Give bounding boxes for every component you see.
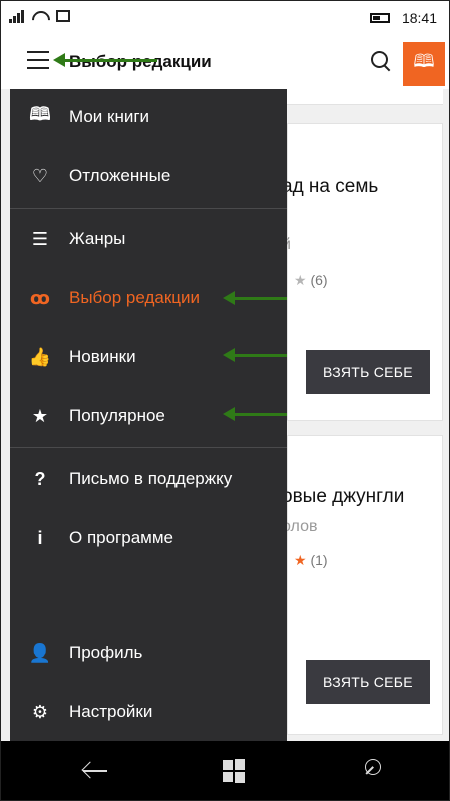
nav-item-profile[interactable]: 👤 Профиль: [10, 628, 287, 678]
status-icons-right: 18:41: [369, 10, 437, 26]
annotation-arrow: [53, 53, 157, 67]
nav-item-label: Письмо в поддержку: [69, 469, 233, 488]
search-icon[interactable]: [357, 757, 387, 785]
take-book-button[interactable]: ВЗЯТЬ СЕБЕ: [306, 660, 430, 704]
search-icon[interactable]: [369, 49, 393, 73]
hamburger-icon[interactable]: [27, 51, 49, 69]
wifi-calling-icon: [32, 9, 48, 23]
status-icons-left: [9, 9, 70, 23]
page-title: Выбор редакции: [69, 52, 212, 71]
status-time: 18:41: [401, 10, 437, 26]
gear-icon: ⚙: [31, 701, 49, 722]
annotation-arrow: [223, 348, 287, 362]
drawer-divider: [10, 208, 287, 209]
star-icon: ★: [31, 405, 49, 426]
nav-item-support[interactable]: ? Письмо в поддержку: [10, 454, 287, 504]
system-nav-bar: [1, 741, 449, 800]
book-rating: ★ (6): [294, 272, 328, 289]
book-card[interactable]: ад на семь й ★ (6) ВЗЯТЬ СЕБЕ: [282, 123, 443, 421]
nav-item-new[interactable]: 👍 Новинки: [10, 332, 287, 382]
person-icon: 👤: [28, 642, 52, 663]
nav-item-label: Жанры: [69, 229, 126, 248]
book-title: ад на семь: [282, 176, 379, 197]
heart-icon: ♡: [31, 165, 49, 186]
nav-item-label: О программе: [69, 528, 174, 547]
rating-star-icon: ★: [294, 552, 307, 568]
nav-item-label: Мои книги: [69, 107, 150, 126]
info-icon: i: [37, 527, 43, 548]
status-bar: 18:41: [1, 1, 449, 35]
book-author: олов: [282, 518, 318, 535]
open-book-icon: 🕮: [29, 104, 51, 124]
glasses-icon: ꝏ: [30, 287, 50, 308]
battery-icon: [369, 13, 390, 23]
annotation-arrow: [223, 407, 287, 421]
windows-logo-icon[interactable]: [219, 757, 249, 785]
list-top-strip: [287, 89, 443, 105]
rating-star-icon: ★: [294, 272, 307, 288]
drawer-divider: [10, 447, 287, 448]
nav-item-deferred[interactable]: ♡ Отложенные: [10, 151, 287, 201]
nav-item-label: Настройки: [69, 702, 153, 721]
rating-count: (6): [310, 272, 328, 288]
back-arrow-icon[interactable]: [81, 757, 111, 785]
annotation-arrow: [223, 291, 287, 305]
message-icon: [56, 10, 70, 22]
nav-item-popular[interactable]: ★ Популярное: [10, 391, 287, 441]
stack-icon: ☰: [31, 228, 49, 249]
nav-item-label: Новинки: [69, 347, 136, 366]
thumbs-up-icon: 👍: [28, 346, 52, 367]
rating-count: (1): [310, 552, 328, 568]
nav-item-label: Выбор редакции: [69, 288, 201, 307]
app-header: Выбор редакции 🕮: [1, 35, 449, 89]
nav-item-label: Популярное: [69, 406, 165, 425]
nav-item-label: Отложенные: [69, 166, 171, 185]
nav-item-genres[interactable]: ☰ Жанры: [10, 214, 287, 264]
book-rating: ★ (1): [294, 552, 328, 569]
phone-screen: 18:41 Выбор редакции 🕮 ад на семь й ★ (6…: [0, 0, 450, 801]
nav-item-about[interactable]: i О программе: [10, 513, 287, 563]
signal-icon: [9, 9, 24, 23]
nav-item-label: Профиль: [69, 643, 143, 662]
book-title: овые джунгли: [282, 486, 405, 507]
take-book-button[interactable]: ВЗЯТЬ СЕБЕ: [306, 350, 430, 394]
book-icon[interactable]: 🕮: [403, 42, 445, 86]
nav-item-my-books[interactable]: 🕮 Мои книги: [10, 92, 287, 142]
question-icon: ?: [34, 468, 46, 489]
book-card[interactable]: овые джунгли олов ★ (1) ВЗЯТЬ СЕБЕ: [282, 435, 443, 735]
nav-item-settings[interactable]: ⚙ Настройки: [10, 687, 287, 737]
